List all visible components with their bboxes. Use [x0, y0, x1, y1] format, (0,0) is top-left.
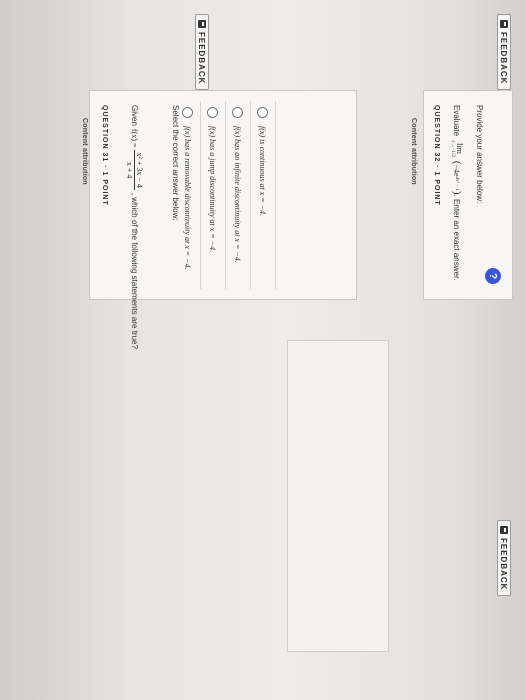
question-32-card: QUESTION 32 · 1 POINT Evaluate lim x→−1/… [423, 90, 513, 300]
radio-button[interactable] [207, 107, 219, 118]
answer-input[interactable] [287, 340, 389, 652]
content-attribution-link[interactable]: Content attribution [81, 118, 88, 185]
option-label: f(x) has an infinite discontinuity at x … [233, 126, 243, 263]
help-icon[interactable]: ? [485, 268, 501, 284]
given-prefix: Given [130, 105, 139, 126]
question-31-card: QUESTION 31 · 1 POINT Given f(x) = x² + … [89, 90, 357, 349]
function-fraction: x² + 3x − 4 x + 4 [125, 150, 144, 190]
answer-option-3[interactable]: f(x) has an infinite discontinuity at x … [226, 101, 251, 289]
radio-button[interactable] [232, 107, 244, 118]
feedback-icon [500, 526, 508, 534]
feedback-icon [198, 20, 206, 28]
question-31-header: QUESTION 31 · 1 POINT [101, 105, 108, 206]
feedback-icon [500, 20, 508, 28]
option-label: f(x) has a jump discontinuity at x = −4. [208, 126, 218, 253]
expression-base: −4e [452, 164, 462, 177]
radio-button[interactable] [257, 107, 269, 118]
feedback-label: FEEDBACK [499, 32, 509, 85]
fraction-numerator: x² + 3x − 4 [134, 150, 144, 190]
limit-subscript: x→−1/2 [450, 140, 455, 157]
question-32-header: QUESTION 32 · 1 POINT [433, 105, 440, 206]
option-label: f(x) has a removable discontinuity at x … [183, 126, 193, 270]
answer-prompt: Provide your answer below: [475, 105, 484, 204]
answer-option-1[interactable]: f(x) has a removable discontinuity at x … [176, 101, 201, 289]
limit-word: lim [455, 143, 464, 154]
content-attribution-link-2[interactable]: Content attribution [410, 118, 417, 185]
answer-option-4[interactable]: f(x) is continuous at x = −4. [251, 101, 276, 289]
feedback-label: FEEDBACK [197, 32, 207, 85]
evaluate-prefix: Evaluate [452, 105, 462, 137]
feedback-button-q31[interactable]: FEEDBACK [195, 14, 209, 91]
fraction-denominator: x + 4 [125, 161, 134, 179]
limit-operator: lim x→−1/2 [450, 140, 464, 157]
photo-background: FEEDBACK Content attribution QUESTION 31… [0, 0, 525, 700]
question-31-prompt: Given f(x) = x² + 3x − 4 x + 4 , which o… [125, 105, 144, 365]
feedback-label: FEEDBACK [499, 538, 509, 591]
quiz-page: FEEDBACK Content attribution QUESTION 31… [0, 0, 525, 700]
answer-option-2[interactable]: f(x) has a jump discontinuity at x = −4. [201, 101, 226, 289]
question-32-suffix: . Enter an exact answer. [452, 194, 462, 281]
feedback-button-top[interactable]: FEEDBACK [497, 14, 511, 91]
expression-exponent: 4x² − 1 [454, 176, 460, 191]
option-label: f(x) is continuous at x = −4. [258, 126, 268, 217]
function-name: f(x) = [130, 128, 139, 148]
question-suffix: , which of the following statements are … [130, 192, 139, 349]
radio-button[interactable] [182, 107, 194, 118]
question-32-prompt: Evaluate lim x→−1/2 ( −4e 4x² − 1 ) . En… [450, 105, 464, 280]
feedback-button-q32[interactable]: FEEDBACK [497, 520, 511, 597]
